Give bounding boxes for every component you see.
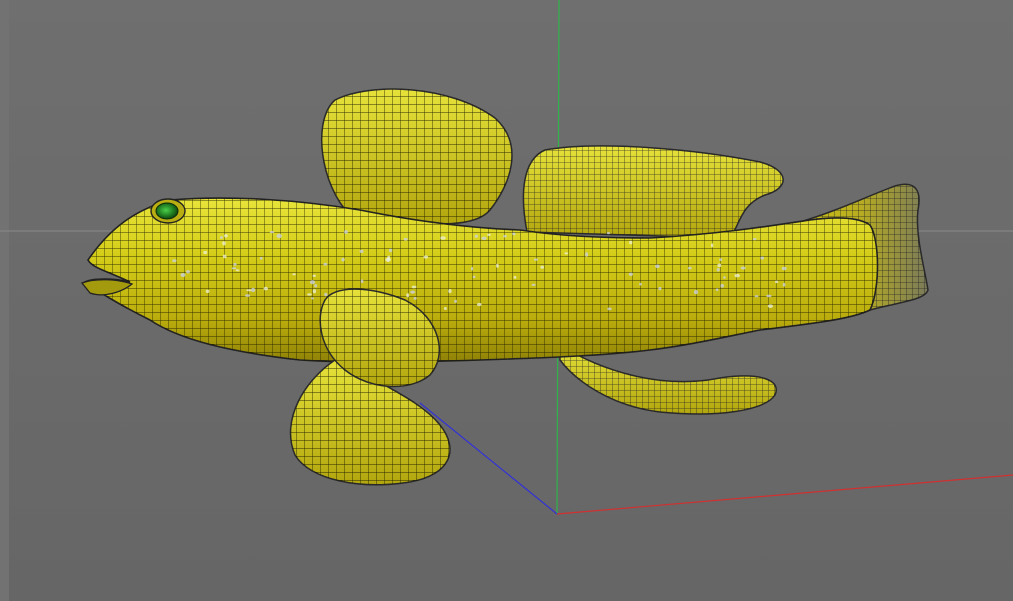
body-speckle [766, 294, 772, 298]
body-speckle [186, 270, 190, 274]
body-speckle [443, 307, 447, 310]
body-speckle [472, 275, 476, 279]
body-speckle [606, 232, 611, 235]
body-speckle [481, 236, 487, 240]
body-speckle [513, 275, 517, 279]
body-speckle [324, 292, 328, 297]
body-speckle [719, 258, 723, 261]
body-speckle [222, 254, 227, 259]
body-speckle [474, 234, 478, 238]
body-speckle [512, 232, 516, 236]
body-speckle [309, 280, 316, 285]
body-speckle [496, 263, 499, 268]
body-speckle [410, 290, 416, 294]
body-speckle [359, 249, 364, 254]
body-speckle [717, 263, 722, 268]
body-speckle [540, 265, 544, 269]
body-speckle [781, 266, 787, 271]
body-speckle [767, 304, 774, 308]
body-speckle [628, 272, 633, 276]
body-speckle [693, 290, 699, 295]
body-speckle [385, 257, 391, 262]
body-speckle [413, 297, 417, 300]
body-speckle [203, 250, 208, 255]
body-speckle [341, 257, 345, 262]
body-speckle [269, 231, 275, 234]
body-speckle [411, 285, 417, 289]
body-speckle [388, 248, 393, 253]
body-speckle [307, 293, 312, 296]
body-speckle [470, 267, 474, 271]
body-speckle [658, 286, 662, 291]
body-speckle [172, 259, 177, 263]
body-speckle [251, 287, 256, 293]
body-speckle [585, 252, 589, 257]
body-speckle [263, 286, 269, 291]
body-speckle [710, 243, 714, 248]
body-speckle [760, 256, 765, 260]
body-speckle [245, 294, 251, 297]
body-speckle [775, 280, 779, 284]
body-speckle [477, 302, 482, 307]
body-speckle [740, 266, 746, 270]
body-speckle [639, 282, 642, 286]
body-speckle [716, 268, 720, 272]
body-speckle [715, 288, 719, 292]
body-speckle [782, 282, 786, 287]
body-speckle [312, 274, 316, 277]
body-speckle [292, 273, 296, 276]
body-speckle [360, 279, 364, 284]
body-speckle [723, 276, 726, 279]
body-speckle [222, 241, 226, 246]
body-speckle [406, 293, 410, 298]
body-speckle [314, 284, 318, 288]
body-speckle [533, 258, 539, 261]
body-speckle [754, 295, 759, 298]
eye [150, 198, 186, 224]
body-speckle [734, 273, 740, 278]
body-speckle [564, 252, 569, 255]
3d-viewport[interactable] [0, 0, 1013, 601]
body-speckle [235, 269, 240, 272]
body-speckle [311, 297, 314, 300]
body-speckle [720, 283, 724, 288]
body-speckle [629, 240, 633, 245]
body-speckle [259, 256, 263, 260]
body-speckle [224, 234, 228, 238]
body-speckle [231, 267, 237, 270]
body-speckle [531, 283, 536, 286]
body-speckle [440, 236, 446, 240]
body-speckle [276, 233, 282, 239]
body-speckle [448, 289, 452, 294]
body-speckle [487, 233, 491, 236]
viewport-canvas[interactable] [0, 0, 1013, 601]
body-speckle [655, 264, 660, 269]
body-speckle [687, 266, 692, 270]
body-speckle [323, 262, 328, 266]
body-speckle [180, 273, 186, 277]
body-speckle [503, 235, 507, 238]
body-speckle [607, 307, 612, 311]
body-speckle [423, 255, 429, 259]
body-speckle [454, 299, 457, 303]
body-speckle [246, 289, 252, 292]
body-speckle [205, 289, 210, 293]
body-speckle [752, 238, 757, 241]
body-speckle [219, 236, 223, 239]
body-speckle [233, 262, 237, 266]
body-speckle [312, 289, 317, 294]
viewport-left-border [0, 0, 9, 601]
body-speckle [403, 237, 408, 241]
body-speckle [344, 230, 348, 234]
